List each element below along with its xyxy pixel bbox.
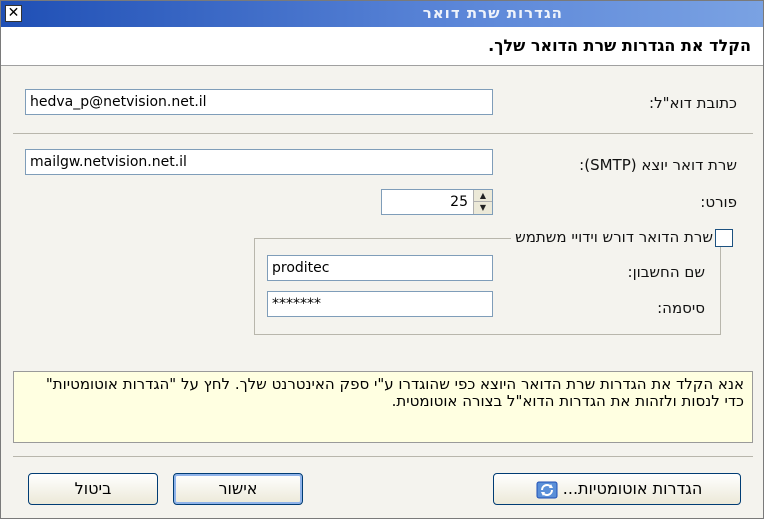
spin-down-icon[interactable]: ▼: [474, 202, 492, 214]
password-label: סיסמה:: [657, 299, 705, 317]
mail-server-settings-dialog: ✕ הגדרות שרת דואר הקלד את הגדרות שרת הדו…: [0, 0, 764, 519]
divider: [13, 133, 753, 134]
port-value: 25: [450, 194, 468, 210]
auto-settings-button[interactable]: הגדרות אוטומטיות...: [493, 473, 741, 505]
refresh-settings-icon: [536, 481, 558, 498]
info-text: אנא הקלד את הגדרות שרת הדואר היוצא כפי ש…: [45, 375, 744, 410]
email-label: כתובת דוא"ל:: [649, 94, 737, 112]
cancel-button-label: ביטול: [74, 479, 112, 498]
auth-required-checkbox[interactable]: [715, 229, 733, 247]
ok-button[interactable]: אישור: [173, 473, 303, 505]
account-name-field[interactable]: [267, 255, 493, 281]
port-label: פורט:: [700, 193, 737, 211]
password-field[interactable]: [267, 291, 493, 317]
email-field[interactable]: [25, 89, 493, 115]
account-name-label: שם החשבון:: [627, 263, 705, 281]
header-band: הקלד את הגדרות שרת הדואר שלך.: [1, 27, 763, 66]
smtp-server-field[interactable]: [25, 149, 493, 175]
authentication-group: [254, 238, 721, 335]
spin-up-icon[interactable]: ▲: [474, 190, 492, 202]
port-spin-control[interactable]: ▲ ▼: [473, 190, 492, 214]
title-bar[interactable]: ✕ הגדרות שרת דואר: [1, 1, 763, 27]
bottom-divider: [13, 456, 753, 457]
ok-button-label: אישור: [218, 479, 258, 498]
window-title: הגדרות שרת דואר: [422, 4, 563, 22]
auth-checkbox-label[interactable]: שרת הדואר דורש וידויי משתמש: [511, 228, 717, 246]
instruction-text: הקלד את הגדרות שרת הדואר שלך.: [488, 36, 751, 55]
port-stepper[interactable]: 25 ▲ ▼: [381, 189, 493, 215]
info-box: אנא הקלד את הגדרות שרת הדואר היוצא כפי ש…: [13, 371, 753, 443]
cancel-button[interactable]: ביטול: [28, 473, 158, 505]
close-button[interactable]: ✕: [5, 5, 22, 22]
auto-settings-label: הגדרות אוטומטיות...: [562, 479, 703, 498]
smtp-label: שרת דואר יוצא (SMTP):: [579, 156, 737, 174]
